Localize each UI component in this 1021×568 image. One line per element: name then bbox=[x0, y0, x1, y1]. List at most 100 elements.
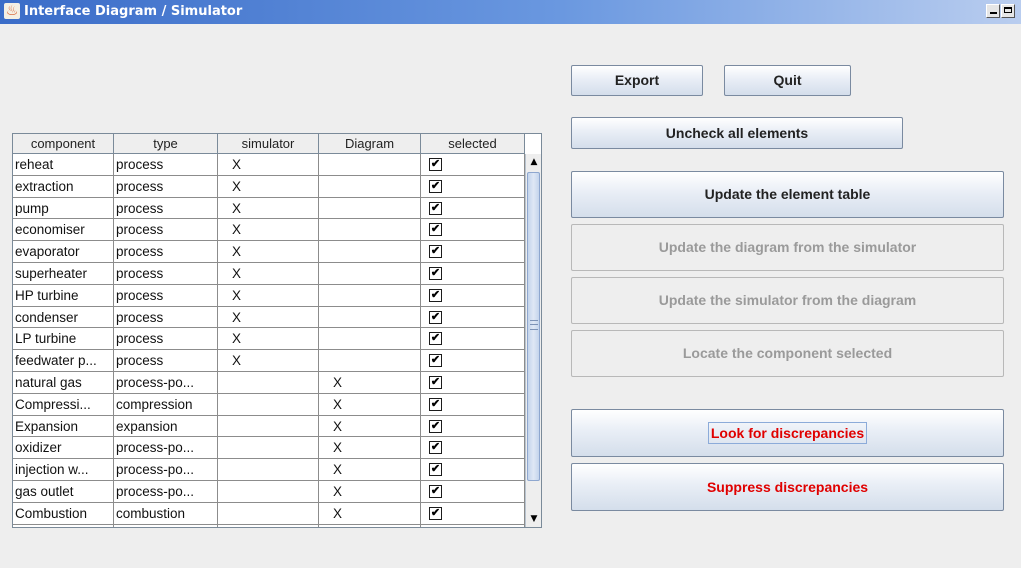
cell-component[interactable]: reheat bbox=[13, 154, 114, 176]
locate-component-button[interactable]: Locate the component selected bbox=[571, 330, 1004, 377]
cell-component[interactable]: extraction bbox=[13, 524, 114, 527]
cell-simulator[interactable]: X bbox=[218, 306, 319, 329]
cell-simulator[interactable]: X bbox=[218, 262, 319, 285]
update-table-button[interactable]: Update the element table bbox=[571, 171, 1004, 218]
selected-checkbox[interactable]: ✔ bbox=[429, 375, 442, 389]
table-row[interactable]: extraction process X ✔ bbox=[13, 175, 525, 198]
cell-type[interactable]: process-po... bbox=[114, 371, 218, 394]
cell-component[interactable]: natural gas bbox=[13, 371, 114, 394]
selected-checkbox[interactable]: ✔ bbox=[429, 266, 442, 280]
table-row[interactable]: feedwater p... process X ✔ bbox=[13, 350, 525, 372]
selected-checkbox[interactable]: ✔ bbox=[429, 223, 442, 237]
table-row[interactable]: Expansion expansion X ✔ bbox=[13, 415, 525, 438]
cell-type[interactable]: process bbox=[114, 262, 218, 285]
cell-component[interactable]: economiser bbox=[13, 219, 114, 242]
cell-type[interactable]: expansion bbox=[114, 415, 218, 438]
selected-checkbox[interactable]: ✔ bbox=[429, 158, 442, 171]
cell-diagram[interactable]: X bbox=[319, 393, 421, 416]
cell-type[interactable]: process bbox=[114, 241, 218, 263]
update-diagram-button[interactable]: Update the diagram from the simulator bbox=[571, 224, 1004, 271]
cell-component[interactable]: extraction bbox=[13, 175, 114, 198]
column-header-simulator[interactable]: simulator bbox=[218, 134, 319, 154]
cell-component[interactable]: Combustion bbox=[13, 502, 114, 525]
cell-component[interactable]: Expansion bbox=[13, 415, 114, 438]
selected-checkbox[interactable]: ✔ bbox=[429, 332, 442, 346]
column-header-selected[interactable]: selected bbox=[421, 134, 525, 154]
selected-checkbox[interactable]: ✔ bbox=[429, 179, 442, 193]
cell-simulator[interactable] bbox=[218, 415, 319, 438]
cell-simulator[interactable] bbox=[218, 371, 319, 394]
cell-diagram[interactable] bbox=[319, 350, 421, 372]
selected-checkbox[interactable]: ✔ bbox=[429, 397, 442, 411]
cell-type[interactable]: combustion bbox=[114, 502, 218, 525]
cell-diagram[interactable] bbox=[319, 328, 421, 351]
cell-simulator[interactable]: X bbox=[218, 241, 319, 263]
cell-component[interactable]: oxidizer bbox=[13, 437, 114, 460]
selected-checkbox[interactable]: ✔ bbox=[429, 354, 442, 368]
cell-type[interactable]: process-po... bbox=[114, 459, 218, 481]
cell-type[interactable]: process bbox=[114, 219, 218, 242]
scroll-down-arrow-icon[interactable]: ▼ bbox=[526, 511, 541, 527]
cell-simulator[interactable]: X bbox=[218, 350, 319, 372]
selected-checkbox[interactable]: ✔ bbox=[429, 201, 442, 215]
column-header-diagram[interactable]: Diagram bbox=[319, 134, 421, 154]
cell-diagram[interactable] bbox=[319, 524, 421, 527]
cell-diagram[interactable] bbox=[319, 241, 421, 263]
table-row[interactable]: oxidizer process-po... X ✔ bbox=[13, 437, 525, 460]
cell-component[interactable]: superheater bbox=[13, 262, 114, 285]
cell-simulator[interactable]: X bbox=[218, 219, 319, 242]
cell-diagram[interactable]: X bbox=[319, 459, 421, 481]
scrollbar-thumb[interactable] bbox=[527, 172, 540, 481]
table-row[interactable]: reheat process X ✔ bbox=[13, 154, 525, 176]
cell-type[interactable]: process bbox=[114, 175, 218, 198]
cell-type[interactable]: process bbox=[114, 154, 218, 176]
uncheck-all-button[interactable]: Uncheck all elements bbox=[571, 117, 903, 149]
cell-type[interactable]: compression bbox=[114, 393, 218, 416]
cell-diagram[interactable]: X bbox=[319, 371, 421, 394]
table-row[interactable]: condenser process X ✔ bbox=[13, 306, 525, 329]
table-row[interactable]: economiser process X ✔ bbox=[13, 219, 525, 242]
cell-simulator[interactable] bbox=[218, 459, 319, 481]
table-row[interactable]: gas outlet process-po... X ✔ bbox=[13, 480, 525, 503]
cell-simulator[interactable]: X bbox=[218, 154, 319, 176]
look-discrepancies-button[interactable]: Look for discrepancies bbox=[571, 409, 1004, 457]
cell-diagram[interactable] bbox=[319, 306, 421, 329]
cell-simulator[interactable]: X bbox=[218, 284, 319, 307]
table-row[interactable]: HP turbine process X ✔ bbox=[13, 284, 525, 307]
selected-checkbox[interactable]: ✔ bbox=[429, 484, 442, 498]
cell-diagram[interactable] bbox=[319, 219, 421, 242]
cell-component[interactable]: Compressi... bbox=[13, 393, 114, 416]
cell-type[interactable]: process-po... bbox=[114, 480, 218, 503]
quit-button[interactable]: Quit bbox=[724, 65, 851, 96]
selected-checkbox[interactable]: ✔ bbox=[429, 245, 442, 259]
cell-simulator[interactable] bbox=[218, 502, 319, 525]
cell-diagram[interactable]: X bbox=[319, 415, 421, 438]
table-row[interactable]: pump process X ✔ bbox=[13, 197, 525, 220]
cell-component[interactable]: HP turbine bbox=[13, 284, 114, 307]
minimize-button[interactable] bbox=[986, 4, 1000, 18]
cell-component[interactable]: pump bbox=[13, 197, 114, 220]
cell-component[interactable]: gas outlet bbox=[13, 480, 114, 503]
cell-simulator[interactable]: X bbox=[218, 197, 319, 220]
table-row[interactable]: injection w... process-po... X ✔ bbox=[13, 459, 525, 481]
cell-type[interactable]: process bbox=[114, 284, 218, 307]
selected-checkbox[interactable]: ✔ bbox=[429, 463, 442, 477]
cell-diagram[interactable] bbox=[319, 262, 421, 285]
selected-checkbox[interactable]: ✔ bbox=[429, 506, 442, 520]
element-table[interactable]: component type simulator Diagram selecte… bbox=[12, 133, 542, 528]
table-scrollbar[interactable]: ▲ ▼ bbox=[525, 154, 541, 527]
cell-type[interactable]: process-po... bbox=[114, 437, 218, 460]
update-simulator-button[interactable]: Update the simulator from the diagram bbox=[571, 277, 1004, 324]
cell-diagram[interactable] bbox=[319, 197, 421, 220]
cell-component[interactable]: LP turbine bbox=[13, 328, 114, 351]
table-row[interactable]: LP turbine process X ✔ bbox=[13, 328, 525, 351]
table-row[interactable]: superheater process X ✔ bbox=[13, 262, 525, 285]
cell-simulator[interactable] bbox=[218, 437, 319, 460]
table-row[interactable]: natural gas process-po... X ✔ bbox=[13, 371, 525, 394]
table-row[interactable]: Combustion combustion X ✔ bbox=[13, 502, 525, 525]
cell-simulator[interactable]: X bbox=[218, 175, 319, 198]
suppress-discrepancies-button[interactable]: Suppress discrepancies bbox=[571, 463, 1004, 511]
cell-type[interactable]: process bbox=[114, 328, 218, 351]
table-row[interactable]: extractionnodeX ✔ bbox=[13, 524, 525, 527]
cell-diagram[interactable]: X bbox=[319, 502, 421, 525]
